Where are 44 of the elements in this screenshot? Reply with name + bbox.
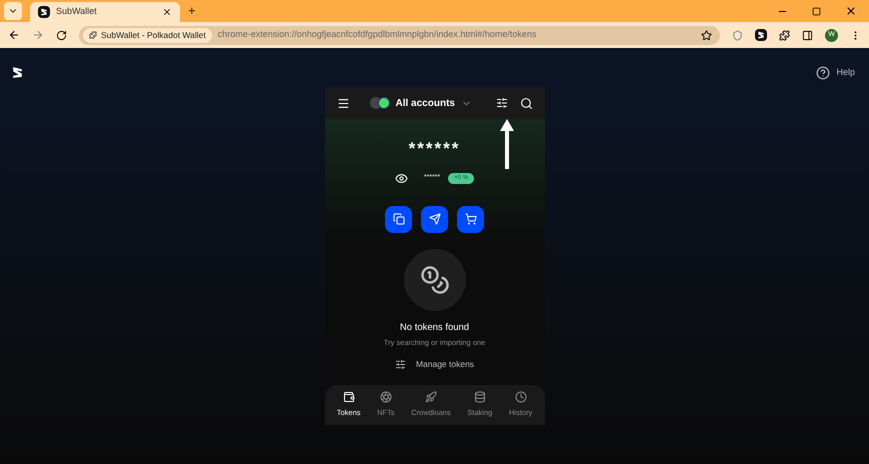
logo-icon — [12, 66, 23, 79]
copy-icon — [392, 213, 404, 225]
close-icon[interactable] — [162, 7, 172, 17]
help-icon — [816, 66, 830, 80]
send-icon — [428, 213, 440, 225]
back-icon[interactable] — [8, 29, 20, 41]
url-text: chrome-extension://onhogfjeacnfcofdfgpdlbmlmnplgbn/index.html#/home/tokens — [218, 28, 538, 42]
puzzle-icon — [89, 31, 97, 39]
close-icon[interactable] — [845, 5, 857, 17]
search-icon[interactable] — [520, 96, 532, 110]
eye-icon[interactable] — [394, 172, 408, 184]
maximize-icon[interactable] — [812, 6, 821, 16]
manage-tokens-button[interactable]: Manage tokens — [394, 358, 474, 371]
aperture-icon — [380, 391, 392, 404]
arrow-annotation — [500, 119, 514, 169]
logo-icon — [40, 8, 48, 16]
tab-title: SubWallet — [56, 5, 98, 18]
clock-icon — [514, 391, 527, 404]
settings-icon[interactable] — [496, 97, 508, 109]
reload-icon[interactable] — [56, 30, 67, 40]
send-button[interactable] — [421, 206, 448, 232]
sliders-icon — [394, 358, 406, 370]
extension-icon[interactable] — [755, 29, 767, 41]
rocket-icon — [424, 391, 437, 404]
coins-icon — [420, 264, 450, 294]
browser-tab[interactable]: SubWallet — [30, 2, 180, 22]
menu-icon[interactable] — [336, 96, 350, 110]
empty-title: No tokens found — [400, 320, 470, 334]
bookmark-icon[interactable] — [701, 30, 712, 40]
logo-icon — [757, 31, 765, 39]
shield-icon[interactable] — [732, 30, 743, 40]
total-balance: ****** — [408, 138, 460, 160]
side-panel-icon[interactable] — [802, 30, 813, 40]
wallet-icon — [342, 391, 355, 404]
cart-icon — [464, 213, 476, 225]
coin-stack-icon — [474, 391, 486, 404]
help-button[interactable]: Help — [816, 66, 855, 80]
extensions-icon[interactable] — [779, 30, 790, 40]
forward-icon[interactable] — [32, 29, 44, 41]
buy-button[interactable] — [457, 206, 484, 232]
copy-button[interactable] — [385, 206, 412, 232]
address-bar[interactable]: SubWallet - Polkadot Wallet chrome-extension://onhogfjeacnfcofdfgpdlbmlmnplgbn/index.html#/home/tokens — [79, 26, 720, 44]
site-chip[interactable]: SubWallet - Polkadot Wallet — [83, 28, 212, 42]
new-tab-button[interactable]: + — [188, 1, 196, 21]
